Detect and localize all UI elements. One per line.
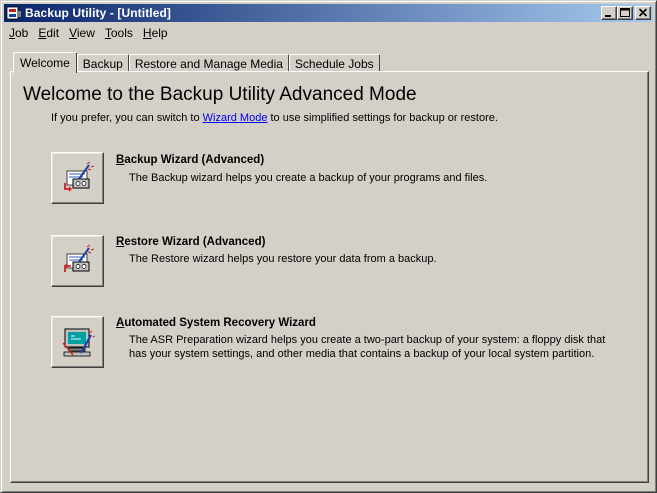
restore-wizard-button[interactable] bbox=[51, 235, 104, 287]
backup-wizard-title[interactable]: Backup Wizard (Advanced) bbox=[116, 154, 264, 166]
tab-backup[interactable]: Backup bbox=[76, 54, 129, 72]
menu-view[interactable]: View bbox=[64, 26, 100, 40]
asr-wizard-icon bbox=[61, 328, 95, 357]
restore-wizard-icon bbox=[63, 244, 94, 272]
menu-tools[interactable]: Tools bbox=[100, 26, 138, 40]
menu-help[interactable]: Help bbox=[138, 26, 173, 40]
menu-edit[interactable]: Edit bbox=[33, 26, 64, 40]
backup-wizard-description: The Backup wizard helps you create a bac… bbox=[129, 172, 488, 184]
tab-restore-and-manage-media[interactable]: Restore and Manage Media bbox=[128, 54, 289, 72]
tab-strip: Welcome Backup Restore and Manage Media … bbox=[13, 51, 380, 73]
welcome-panel: Welcome to the Backup Utility Advanced M… bbox=[10, 71, 649, 483]
maximize-button[interactable] bbox=[617, 6, 633, 20]
menu-bar: Job Edit View Tools Help bbox=[4, 23, 173, 42]
asr-wizard-title[interactable]: Automated System Recovery Wizard bbox=[116, 317, 316, 329]
backup-wizard-button[interactable] bbox=[51, 152, 104, 204]
title-bar[interactable]: Backup Utility - [Untitled] bbox=[4, 4, 653, 22]
backup-app-icon bbox=[6, 6, 21, 20]
wizard-mode-link[interactable]: Wizard Mode bbox=[203, 112, 268, 124]
tab-welcome[interactable]: Welcome bbox=[13, 52, 77, 73]
restore-wizard-description: The Restore wizard helps you restore you… bbox=[129, 253, 437, 265]
backup-utility-window: Backup Utility - [Untitled] Job Edit Vie… bbox=[0, 0, 657, 493]
backup-wizard-icon bbox=[63, 161, 94, 192]
maximize-icon bbox=[620, 8, 630, 17]
close-icon bbox=[638, 8, 648, 17]
page-title: Welcome to the Backup Utility Advanced M… bbox=[23, 84, 417, 105]
tab-schedule-jobs[interactable]: Schedule Jobs bbox=[288, 54, 380, 72]
restore-wizard-title[interactable]: Restore Wizard (Advanced) bbox=[116, 236, 265, 248]
intro-text: If you prefer, you can switch to Wizard … bbox=[51, 112, 498, 124]
menu-job[interactable]: Job bbox=[4, 26, 33, 40]
window-title: Backup Utility - [Untitled] bbox=[25, 6, 172, 20]
minimize-button[interactable] bbox=[601, 6, 617, 20]
close-button[interactable] bbox=[635, 6, 651, 20]
asr-wizard-button[interactable] bbox=[51, 316, 104, 368]
minimize-icon bbox=[605, 15, 611, 17]
asr-wizard-description: The ASR Preparation wizard helps you cre… bbox=[129, 334, 606, 360]
